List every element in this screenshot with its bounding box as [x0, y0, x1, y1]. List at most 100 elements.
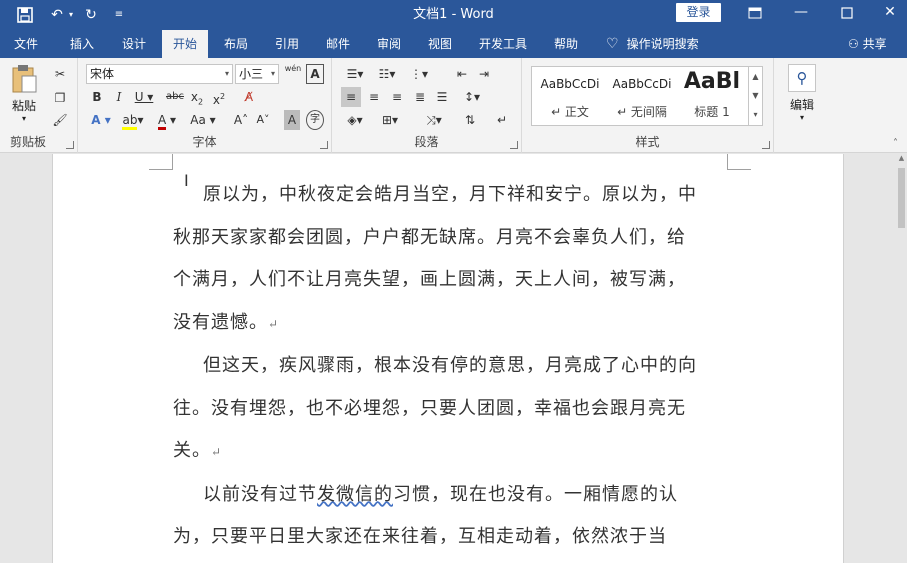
ribbon-display-icon[interactable]	[732, 0, 778, 26]
tab-mailings[interactable]: 邮件	[316, 30, 360, 58]
editing-button[interactable]: ⚲ 编辑 ▾	[782, 64, 822, 122]
subscript-icon[interactable]: x2	[188, 87, 206, 107]
highlight-icon[interactable]: ab▾	[120, 110, 146, 130]
font-name-value: 宋体	[90, 67, 115, 81]
cut-icon[interactable]: ✂	[50, 64, 70, 84]
italic-icon[interactable]: I	[110, 87, 128, 107]
style-sample: AaBl	[683, 69, 741, 94]
styles-launcher-icon[interactable]	[762, 141, 770, 149]
clear-formatting-icon[interactable]: A̸	[240, 87, 258, 107]
justify-icon[interactable]: ≣	[410, 87, 430, 107]
tell-me-search[interactable]: ♡ 操作说明搜索	[606, 30, 699, 58]
scroll-up-icon[interactable]: ▲	[896, 154, 907, 162]
tab-help[interactable]: 帮助	[544, 30, 588, 58]
lightbulb-icon: ♡	[606, 36, 619, 52]
tab-design[interactable]: 设计	[112, 30, 156, 58]
undo-icon[interactable]: ↶	[46, 5, 68, 25]
align-right-icon[interactable]: ≡	[387, 87, 407, 107]
bold-icon[interactable]: B	[88, 87, 106, 107]
sort-icon[interactable]: ⇅	[460, 110, 480, 130]
shading-icon[interactable]: ◈▾	[342, 110, 368, 130]
share-button[interactable]: ⚇ 共享	[848, 30, 887, 58]
tab-references[interactable]: 引用	[265, 30, 309, 58]
multilevel-list-icon[interactable]: ⋮▾	[404, 64, 434, 84]
close-icon[interactable]: ✕	[867, 0, 907, 26]
chevron-down-icon: ▾	[270, 69, 275, 78]
show-marks-icon[interactable]: ↵	[492, 110, 512, 130]
magnifier-icon: ⚲	[788, 64, 816, 92]
character-shading-icon[interactable]: A	[284, 110, 300, 130]
undo-dropdown-icon[interactable]: ▾	[66, 5, 76, 25]
align-left-icon[interactable]: ≡	[341, 87, 361, 107]
text-cursor-icon: I	[184, 171, 189, 190]
clipboard-group: 粘贴 ▾ ✂ ❐ 🖌 剪贴板	[0, 58, 78, 153]
format-painter-icon[interactable]: 🖌	[50, 110, 70, 130]
style-sample: AaBbCcDi	[612, 77, 672, 91]
paragraph-mark: ↵	[268, 316, 280, 331]
enclose-characters-icon[interactable]: 字	[306, 110, 324, 130]
login-button[interactable]: 登录	[676, 3, 721, 22]
style-heading-1[interactable]: AaBl 标题 1	[678, 67, 746, 125]
phonetic-guide-icon[interactable]: wén	[284, 64, 302, 84]
document-text[interactable]: 原以为，中秋夜定会皓月当空，月下祥和安宁。原以为，中 秋那天家家都会团圆，户户都无…	[173, 174, 729, 559]
grow-font-icon[interactable]: A˄	[232, 110, 250, 130]
styles-scroll[interactable]: ▲ ▼ ▾	[748, 67, 762, 125]
distributed-icon[interactable]: ☰	[432, 87, 452, 107]
change-case-icon[interactable]: Aa ▾	[188, 110, 218, 130]
font-group: 宋体 ▾ 小三 ▾ wén A B I U ▾ abc x2 x2 A̸ A ▾ a…	[78, 58, 332, 153]
character-border-icon[interactable]: A	[306, 64, 324, 84]
paste-dropdown-icon[interactable]: ▾	[6, 114, 42, 123]
tab-developer[interactable]: 开发工具	[473, 30, 533, 58]
paragraph-group-label: 段落	[414, 135, 439, 149]
style-normal[interactable]: AaBbCcDi ↵ 正文	[534, 67, 606, 125]
font-size-box[interactable]: 小三 ▾	[235, 64, 279, 84]
chevron-down-icon: ▾	[799, 113, 804, 122]
grammar-flag[interactable]: 发微信的	[317, 484, 393, 505]
text-effects-icon[interactable]: A ▾	[88, 110, 114, 130]
styles-group-label: 样式	[635, 135, 660, 149]
tab-view[interactable]: 视图	[418, 30, 462, 58]
paragraph-launcher-icon[interactable]	[510, 141, 518, 149]
document-area: 原以为，中秋夜定会皓月当空，月下祥和安宁。原以为，中 秋那天家家都会团圆，户户都无…	[0, 154, 907, 563]
numbering-icon[interactable]: ☷▾	[372, 64, 402, 84]
paste-button[interactable]: 粘贴 ▾	[6, 64, 42, 126]
asian-layout-icon[interactable]: ⤨▾	[420, 110, 448, 130]
tab-home[interactable]: 开始	[162, 30, 208, 58]
borders-icon[interactable]: ⊞▾	[376, 110, 404, 130]
document-page[interactable]: 原以为，中秋夜定会皓月当空，月下祥和安宁。原以为，中 秋那天家家都会团圆，户户都无…	[52, 154, 844, 563]
font-launcher-icon[interactable]	[320, 141, 328, 149]
style-no-spacing[interactable]: AaBbCcDi ↵ 无间隔	[606, 67, 678, 125]
share-label: 共享	[862, 37, 887, 51]
collapse-ribbon-icon[interactable]: ˄	[893, 138, 898, 149]
change-case-label: Aa	[190, 113, 206, 127]
align-center-icon[interactable]: ≡	[364, 87, 384, 107]
crop-mark	[149, 154, 173, 170]
shrink-font-icon[interactable]: A˅	[254, 110, 272, 130]
text-line: 为，只要平日里大家还在来往着，互相走动着，依然浓于当	[173, 526, 667, 547]
strikethrough-icon[interactable]: abc	[164, 87, 186, 107]
tab-layout[interactable]: 布局	[214, 30, 258, 58]
vertical-scrollbar[interactable]: ▲	[896, 154, 907, 563]
style-name: 标题 1	[694, 105, 730, 119]
superscript-icon[interactable]: x2	[210, 87, 228, 107]
increase-indent-icon[interactable]: ⇥	[474, 64, 494, 84]
underline-icon[interactable]: U ▾	[132, 87, 156, 107]
font-color-icon[interactable]: A ▾	[154, 110, 180, 130]
tab-insert[interactable]: 插入	[60, 30, 104, 58]
minimize-icon[interactable]: —	[778, 0, 824, 26]
bullets-icon[interactable]: ☰▾	[340, 64, 370, 84]
customize-icon[interactable]: ≡	[110, 5, 128, 25]
font-name-box[interactable]: 宋体 ▾	[86, 64, 233, 84]
tab-review[interactable]: 审阅	[367, 30, 411, 58]
maximize-icon[interactable]	[824, 0, 870, 26]
ribbon: 粘贴 ▾ ✂ ❐ 🖌 剪贴板 宋体 ▾ 小三 ▾ wén A B I U ▾ abc…	[0, 58, 907, 153]
scroll-thumb[interactable]	[898, 168, 905, 228]
save-icon[interactable]	[14, 5, 36, 25]
copy-icon[interactable]: ❐	[50, 88, 70, 108]
redo-icon[interactable]: ↻	[80, 5, 102, 25]
tab-file[interactable]: 文件	[4, 30, 48, 58]
decrease-indent-icon[interactable]: ⇤	[452, 64, 472, 84]
styles-gallery: AaBbCcDi ↵ 正文 AaBbCcDi ↵ 无间隔 AaBl 标题 1 ▲…	[531, 66, 763, 126]
clipboard-launcher-icon[interactable]	[66, 141, 74, 149]
line-spacing-icon[interactable]: ↕▾	[458, 87, 486, 107]
